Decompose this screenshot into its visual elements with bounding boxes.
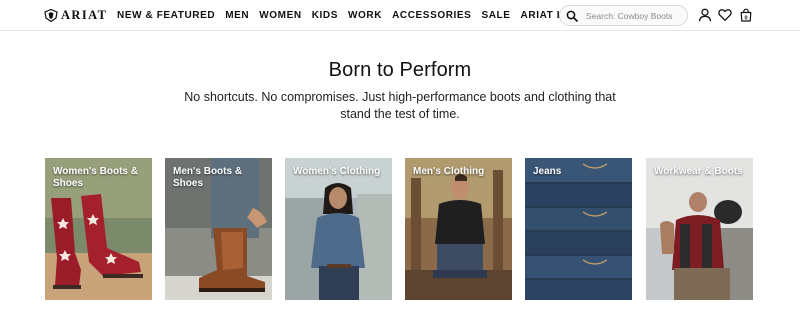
nav-women[interactable]: WOMEN — [259, 10, 301, 22]
search-input[interactable] — [586, 10, 690, 21]
category-tile-womens-boots[interactable]: Women's Boots & Shoes — [45, 158, 152, 300]
nav-men[interactable]: MEN — [225, 10, 249, 22]
nav-work[interactable]: WORK — [348, 10, 382, 22]
horse-logo-icon — [44, 9, 58, 22]
search-box[interactable] — [559, 5, 690, 26]
wishlist-heart-icon[interactable] — [718, 8, 732, 22]
category-label: Women's Clothing — [293, 166, 381, 177]
logo-wordmark: ARIAT — [61, 8, 108, 22]
category-tile-mens-boots[interactable]: Men's Boots & Shoes — [165, 158, 272, 300]
nav-kids[interactable]: KIDS — [312, 10, 338, 22]
womens-clothing-image — [285, 158, 392, 300]
category-tile-jeans[interactable]: Jeans — [525, 158, 632, 300]
page-title: Born to Perform — [328, 59, 472, 81]
cart-count: 0 — [744, 15, 747, 21]
account-icon[interactable] — [698, 8, 712, 22]
nav-new-featured[interactable]: NEW & FEATURED — [117, 10, 215, 22]
mens-clothing-image — [405, 158, 512, 300]
page-subtitle: No shortcuts. No compromises. Just high-… — [184, 90, 616, 121]
category-label: Jeans — [533, 166, 562, 177]
category-tile-womens-clothing[interactable]: Women's Clothing — [285, 158, 392, 300]
cart-bag-icon[interactable]: 0 — [739, 8, 753, 22]
search-icon[interactable] — [566, 10, 578, 22]
jeans-image — [525, 158, 632, 300]
ariat-logo[interactable]: ARIAT — [44, 8, 107, 23]
category-tile-workwear[interactable]: Workwear & Boots — [646, 158, 753, 300]
site-header: ARIAT NEW & FEATURED MEN WOMEN KIDS WORK… — [0, 0, 800, 31]
category-label: Men's Clothing — [413, 166, 485, 177]
category-grid: Women's Boots & Shoes Men's Boots & Shoe… — [45, 158, 753, 300]
workwear-image — [646, 158, 753, 300]
main-nav: NEW & FEATURED MEN WOMEN KIDS WORK ACCES… — [117, 10, 581, 22]
category-tile-mens-clothing[interactable]: Men's Clothing — [405, 158, 512, 300]
category-label: Workwear & Boots — [654, 166, 743, 177]
nav-sale[interactable]: SALE — [481, 10, 510, 22]
nav-accessories[interactable]: ACCESSORIES — [392, 10, 471, 22]
category-label: Men's Boots & Shoes — [173, 166, 243, 189]
category-label: Women's Boots & Shoes — [53, 166, 138, 189]
